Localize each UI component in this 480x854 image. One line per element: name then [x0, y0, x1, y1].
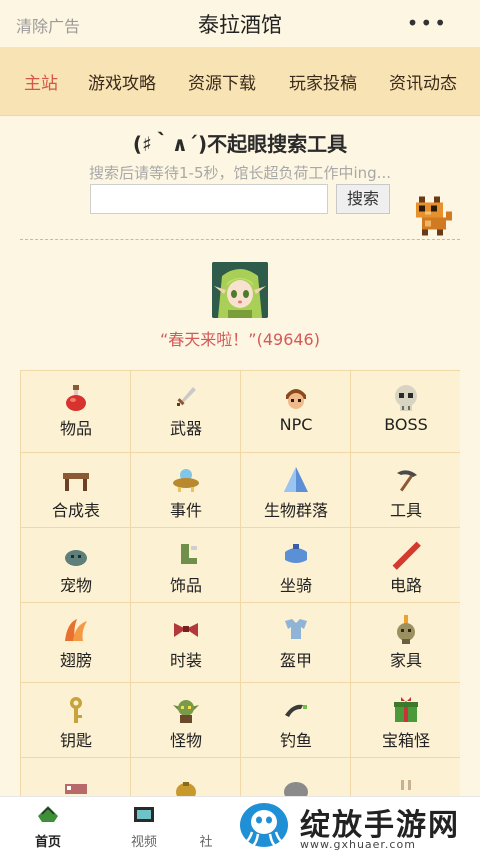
- search-title: (♯｀∧´)不起眼搜索工具: [132, 132, 348, 156]
- wire-icon: [392, 541, 421, 570]
- fishing-rod-icon: [285, 704, 307, 717]
- page-title: 泰拉酒馆: [198, 12, 282, 37]
- bottom-tab-label: 社: [199, 835, 213, 850]
- search-subtitle: 搜索后请等待1-5秒，馆长超负荷工作中ing...: [88, 164, 391, 182]
- sword-icon: [177, 387, 196, 406]
- skull-icon: [395, 385, 417, 411]
- more-icon[interactable]: •••: [407, 13, 448, 33]
- boulder-icon: [284, 782, 308, 796]
- octopus-logo-icon: [240, 803, 288, 849]
- category-label: 电路: [389, 576, 422, 595]
- category-label: 宝箱怪: [381, 731, 430, 750]
- category-label: 家具: [389, 651, 422, 670]
- bottom-tab-label: 首页: [34, 835, 61, 850]
- home-icon: [38, 806, 58, 822]
- category-label: 怪物: [169, 731, 202, 750]
- category-pets[interactable]: 宠物: [21, 528, 131, 603]
- category-furniture[interactable]: 家具: [351, 603, 460, 683]
- bunny-icon: [401, 780, 411, 790]
- category-label: 饰品: [169, 576, 202, 595]
- dryad-avatar-icon: [212, 262, 268, 318]
- search-button[interactable]: 搜索: [336, 184, 390, 214]
- section-divider: [20, 239, 460, 240]
- category-label: 时装: [169, 651, 202, 670]
- category-more-4[interactable]: [351, 758, 460, 796]
- crystal-icon: [284, 467, 308, 492]
- saddle-icon: [285, 544, 307, 563]
- category-events[interactable]: 事件: [131, 453, 241, 528]
- tv-icon: [134, 807, 154, 822]
- tab-game-guides[interactable]: 游戏攻略: [88, 69, 156, 94]
- main-nav: 主站 游戏攻略 资源下载 玩家投稿 资讯动态: [0, 47, 480, 116]
- cat-mascot-icon: [416, 196, 452, 236]
- category-label: 坐骑: [279, 576, 312, 595]
- workbench-icon: [63, 473, 89, 491]
- category-monsters[interactable]: 怪物: [131, 683, 241, 758]
- category-label: 盔甲: [279, 651, 312, 670]
- clear-ads-button[interactable]: 清除广告: [16, 13, 80, 37]
- gift-chest-icon: [394, 697, 418, 722]
- category-label: 合成表: [51, 501, 100, 520]
- ufo-icon: [173, 469, 199, 492]
- category-more-1[interactable]: [21, 758, 131, 796]
- category-npc[interactable]: NPC: [241, 371, 351, 453]
- avatar[interactable]: [212, 262, 268, 318]
- category-label: 工具: [389, 501, 422, 520]
- category-label: 钓鱼: [279, 731, 312, 750]
- watermark-url: www.gxhuaer.com: [300, 838, 416, 851]
- category-biomes[interactable]: 生物群落: [241, 453, 351, 528]
- boot-icon: [181, 544, 197, 564]
- skull-lantern-icon: [397, 615, 415, 644]
- category-wings[interactable]: 翅膀: [21, 603, 131, 683]
- bottom-tab-video[interactable]: 视频: [104, 797, 184, 854]
- category-label: NPC: [279, 415, 313, 434]
- category-grid: 物品 武器 NPC BOSS 合成表 事件 生物群落 工具 宠物 饰品 坐骑 电…: [20, 370, 460, 796]
- category-label: BOSS: [384, 415, 428, 434]
- category-label: 事件: [169, 501, 202, 520]
- bow-icon: [174, 623, 198, 637]
- category-label: 武器: [169, 419, 202, 438]
- pickaxe-icon: [397, 470, 417, 492]
- pouch-icon: [176, 782, 196, 796]
- category-label: 宠物: [59, 576, 92, 595]
- search-input[interactable]: [90, 184, 328, 214]
- category-boss[interactable]: BOSS: [351, 371, 460, 453]
- category-recipes[interactable]: 合成表: [21, 453, 131, 528]
- category-keys[interactable]: 钥匙: [21, 683, 131, 758]
- category-tools[interactable]: 工具: [351, 453, 460, 528]
- category-accessories[interactable]: 饰品: [131, 528, 241, 603]
- category-mounts[interactable]: 坐骑: [241, 528, 351, 603]
- category-armor[interactable]: 盔甲: [241, 603, 351, 683]
- greeting-message: “春天来啦！”(49646): [160, 330, 320, 349]
- goblin-icon: [173, 700, 199, 723]
- tab-resource-download[interactable]: 资源下载: [188, 69, 256, 94]
- bottom-tab-home[interactable]: 首页: [8, 797, 88, 854]
- tab-home[interactable]: 主站: [24, 69, 58, 94]
- category-vanity[interactable]: 时装: [131, 603, 241, 683]
- slime-icon: [65, 550, 87, 566]
- category-label: 翅膀: [59, 651, 92, 670]
- tab-news[interactable]: 资讯动态: [389, 69, 457, 94]
- category-circuits[interactable]: 电路: [351, 528, 460, 603]
- category-items[interactable]: 物品: [21, 371, 131, 453]
- armor-icon: [285, 619, 307, 639]
- banner-icon: [65, 784, 87, 794]
- category-weapons[interactable]: 武器: [131, 371, 241, 453]
- top-bar: 清除广告 泰拉酒馆 •••: [0, 0, 480, 47]
- category-label: 生物群落: [263, 501, 328, 520]
- category-mimics[interactable]: 宝箱怪: [351, 683, 460, 758]
- category-more-3[interactable]: [241, 758, 351, 796]
- wings-icon: [65, 619, 87, 641]
- category-fishing[interactable]: 钓鱼: [241, 683, 351, 758]
- potion-icon: [66, 385, 86, 411]
- npc-head-icon: [286, 389, 306, 409]
- bottom-tab-label: 视频: [130, 835, 157, 850]
- category-label: 物品: [59, 419, 92, 438]
- tab-player-submissions[interactable]: 玩家投稿: [289, 69, 357, 94]
- category-label: 钥匙: [59, 731, 92, 750]
- category-more-2[interactable]: [131, 758, 241, 796]
- key-icon: [70, 697, 82, 723]
